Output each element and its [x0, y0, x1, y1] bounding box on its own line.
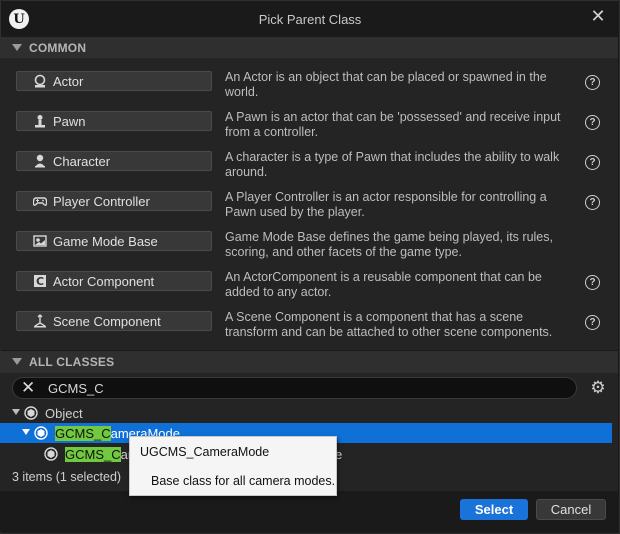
- player-controller-button-label: Player Controller: [53, 193, 150, 209]
- collapse-arrow-icon: [12, 358, 22, 365]
- svg-text:C: C: [36, 275, 44, 288]
- game-mode-base-button-label: Game Mode Base: [53, 233, 158, 249]
- character-button[interactable]: Character: [16, 151, 212, 171]
- common-classes-panel: Actor An Actor is an object that can be …: [0, 58, 618, 350]
- class-tooltip: UGCMS_CameraMode Base class for all came…: [129, 436, 337, 496]
- character-icon: [33, 154, 47, 168]
- game-mode-base-description: Game Mode Base defines the game being pl…: [225, 230, 553, 259]
- pawn-button-label: Pawn: [53, 113, 86, 129]
- actor-button[interactable]: Actor: [16, 71, 212, 91]
- help-icon[interactable]: ?: [585, 275, 600, 290]
- item-count: 3 items (1 selected): [12, 470, 122, 484]
- common-row-character: Character A character is a type of Pawn …: [0, 148, 618, 188]
- actor-component-button-label: Actor Component: [53, 273, 155, 289]
- common-section-label: COMMON: [29, 41, 87, 55]
- gear-icon[interactable]: ⚙: [589, 379, 607, 397]
- tree-item-label: Object: [45, 406, 83, 421]
- actor-component-icon: C: [33, 274, 47, 288]
- help-icon[interactable]: ?: [585, 195, 600, 210]
- title-bar: U Pick Parent Class ✕: [1, 1, 619, 37]
- common-row-actor: Actor An Actor is an object that can be …: [0, 68, 618, 108]
- collapse-arrow-icon: [12, 44, 22, 51]
- class-icon: [34, 426, 48, 440]
- gamepad-icon: [33, 194, 47, 208]
- tree-row-object[interactable]: Object: [0, 403, 612, 423]
- search-match-highlight: GCMS_C: [55, 426, 111, 441]
- scene-component-button-label: Scene Component: [53, 313, 161, 329]
- close-icon[interactable]: ✕: [589, 7, 607, 25]
- help-icon[interactable]: ?: [585, 115, 600, 130]
- window-title: Pick Parent Class: [258, 12, 362, 27]
- scene-component-description: A Scene Component is a component that ha…: [225, 310, 553, 339]
- search-match-highlight: GCMS_C: [65, 447, 121, 462]
- pawn-description: A Pawn is an actor that can be 'possesse…: [225, 110, 561, 139]
- cancel-button[interactable]: Cancel: [536, 499, 606, 520]
- expand-arrow-icon[interactable]: [12, 409, 20, 415]
- all-classes-section-header[interactable]: ALL CLASSES: [0, 351, 618, 373]
- actor-button-label: Actor: [53, 73, 84, 89]
- common-row-game-mode-base: Game Mode Base Game Mode Base defines th…: [0, 228, 618, 268]
- actor-icon: [33, 74, 47, 88]
- common-section-header[interactable]: COMMON: [0, 37, 618, 59]
- player-controller-description: A Player Controller is an actor responsi…: [225, 190, 547, 219]
- scene-component-icon: [33, 314, 47, 328]
- player-controller-button[interactable]: Player Controller: [16, 191, 212, 211]
- pawn-icon: [33, 114, 47, 128]
- game-mode-base-button[interactable]: Game Mode Base: [16, 231, 212, 251]
- tooltip-description: Base class for all camera modes.: [151, 474, 336, 488]
- common-row-scene-component: Scene Component A Scene Component is a c…: [0, 308, 618, 348]
- common-row-player-controller: Player Controller A Player Controller is…: [0, 188, 618, 228]
- help-icon[interactable]: ?: [585, 155, 600, 170]
- common-row-pawn: Pawn A Pawn is an actor that can be 'pos…: [0, 108, 618, 148]
- help-icon[interactable]: ?: [585, 75, 600, 90]
- actor-component-button[interactable]: C Actor Component: [16, 271, 212, 291]
- all-classes-section-label: ALL CLASSES: [29, 355, 115, 369]
- character-description: A character is a type of Pawn that inclu…: [225, 150, 560, 179]
- actor-component-description: An ActorComponent is a reusable componen…: [225, 270, 542, 299]
- help-icon[interactable]: ?: [585, 315, 600, 330]
- game-mode-icon: [33, 234, 47, 248]
- pawn-button[interactable]: Pawn: [16, 111, 212, 131]
- character-button-label: Character: [53, 153, 111, 169]
- tooltip-title: UGCMS_CameraMode: [140, 445, 270, 459]
- clear-search-icon[interactable]: ✕: [21, 379, 35, 397]
- class-icon: [24, 406, 38, 420]
- tree-item-label: GCMS_Car: [65, 447, 132, 462]
- expand-arrow-icon[interactable]: [22, 429, 30, 435]
- select-button[interactable]: Select: [460, 499, 528, 520]
- actor-description: An Actor is an object that can be placed…: [225, 70, 547, 99]
- class-search-input[interactable]: ✕ GCMS_C: [12, 377, 577, 399]
- common-row-actor-component: C Actor Component An ActorComponent is a…: [0, 268, 618, 308]
- scene-component-button[interactable]: Scene Component: [16, 311, 212, 331]
- search-input-value[interactable]: GCMS_C: [48, 381, 104, 396]
- class-icon: [44, 447, 58, 461]
